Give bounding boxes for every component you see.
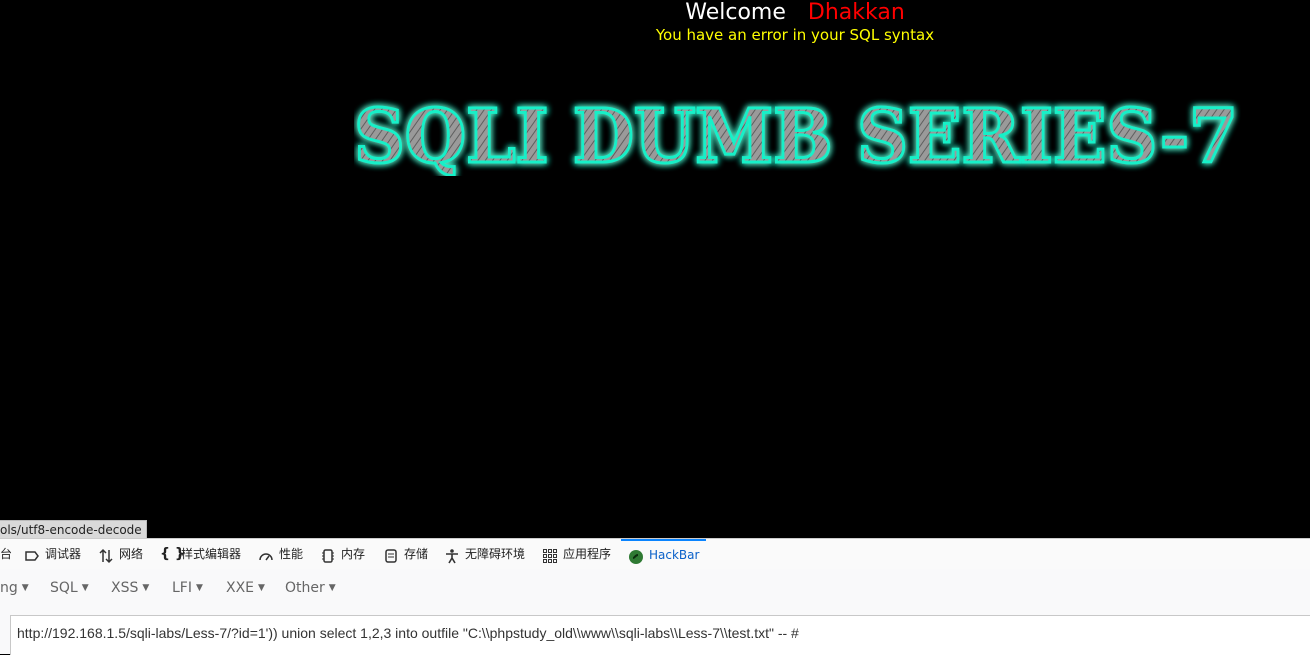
menu-xxe[interactable]: XXE ▼ (226, 569, 265, 609)
chevron-down-icon: ▼ (21, 583, 29, 593)
menu-label: SQL (50, 580, 78, 596)
menu-label: XXE (226, 580, 255, 596)
menu-label: LFI (172, 580, 192, 596)
sqli-labs-page: Welcome Dhakkan You have an error in your… (0, 0, 1310, 538)
tab-label: 无障碍环境 (465, 547, 526, 561)
tab-style-editor[interactable]: { } 样式编辑器 (160, 539, 241, 569)
menu-label: XSS (111, 580, 139, 596)
sql-error-message: You have an error in your SQL syntax (655, 26, 935, 44)
menu-xss[interactable]: XSS ▼ (111, 569, 149, 609)
tab-label: 存储 (404, 547, 429, 561)
welcome-username: Dhakkan (807, 0, 905, 25)
hackbar-menu-bar: ng ▼ SQL ▼ XSS ▼ LFI ▼ XXE ▼ Other ▼ (0, 569, 1310, 606)
hackbar-url-input[interactable]: http://192.168.1.5/sqli-labs/Less-7/?id=… (10, 615, 1310, 655)
network-icon (98, 546, 114, 564)
tab-label: 调试器 (45, 547, 82, 561)
tab-hackbar[interactable]: HackBar (621, 539, 707, 569)
braces-icon: { } (160, 546, 185, 562)
tab-memory[interactable]: 内存 (320, 539, 365, 569)
tab-debugger[interactable]: 调试器 (24, 539, 81, 569)
hackbar-logo-icon (628, 547, 644, 564)
chevron-down-icon: ▼ (195, 583, 203, 593)
chevron-down-icon: ▼ (142, 583, 150, 593)
storage-icon (383, 546, 399, 563)
tab-application[interactable]: 应用程序 (542, 539, 611, 569)
tab-label: 应用程序 (563, 547, 612, 561)
banner-title: SQLI DUMB SERIES-7 (354, 96, 1238, 176)
welcome-text: Welcome (685, 0, 786, 25)
menu-label: ng (0, 580, 18, 596)
chevron-down-icon: ▼ (81, 583, 89, 593)
status-bar-url: ols/utf8-encode-decode (0, 520, 147, 539)
sqli-dumb-series-banner: SQLI DUMB SERIES-7 (354, 96, 1240, 176)
tab-performance[interactable]: 性能 (258, 539, 303, 569)
menu-sql[interactable]: SQL ▼ (50, 569, 89, 609)
debugger-icon (24, 546, 40, 562)
tab-label: 网络 (119, 547, 144, 561)
tab-console[interactable]: 台 (0, 539, 12, 569)
menu-other[interactable]: Other ▼ (285, 569, 336, 609)
chevron-down-icon: ▼ (258, 583, 265, 593)
tab-label: 样式编辑器 (181, 547, 242, 561)
menu-encoding[interactable]: ng ▼ (0, 569, 29, 609)
chevron-down-icon: ▼ (328, 583, 336, 593)
menu-lfi[interactable]: LFI ▼ (172, 569, 203, 609)
accessibility-icon (444, 546, 460, 564)
performance-gauge-icon (258, 546, 274, 562)
tab-label: HackBar (649, 548, 700, 562)
tab-storage[interactable]: 存储 (383, 539, 428, 569)
tab-accessibility[interactable]: 无障碍环境 (444, 539, 525, 569)
tab-label: 内存 (341, 547, 366, 561)
hackbar-url-area: http://192.168.1.5/sqli-labs/Less-7/?id=… (0, 605, 1310, 655)
tab-label: 台 (0, 547, 13, 561)
tab-network[interactable]: 网络 (98, 539, 143, 569)
welcome-line: Welcome Dhakkan (0, 0, 1310, 26)
tab-label: 性能 (279, 547, 304, 561)
apps-grid-icon (542, 546, 558, 563)
memory-chip-icon (320, 546, 336, 563)
devtools-tab-bar: 台 调试器 网络 { } 样式编辑器 性能 内存 存储 无障碍环境 应用程序 H… (0, 538, 1310, 570)
menu-label: Other (285, 580, 325, 596)
